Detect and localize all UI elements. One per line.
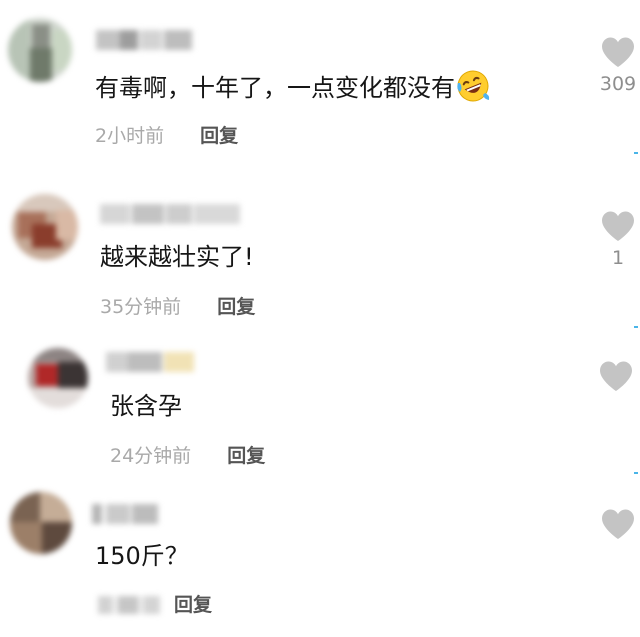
username[interactable] [106,352,194,372]
reply-button[interactable]: 回复 [174,593,212,617]
edge-indicator [634,326,638,328]
comment-meta: 2小时前 回复 [95,124,238,148]
reply-button[interactable]: 回复 [200,124,238,148]
like-button[interactable] [594,360,638,396]
like-count: 309 [599,73,637,95]
comment-text: 150斤？ [95,541,189,571]
comment-meta: 24分钟前 回复 [110,444,265,468]
comment-text: 张含孕 [110,391,182,421]
heart-icon[interactable] [600,36,636,68]
edge-indicator [634,472,638,474]
like-button[interactable]: 1 [596,210,640,270]
comment-text: 有毒啊，十年了，一点变化都没有 [95,69,490,103]
avatar[interactable] [10,492,72,554]
heart-icon[interactable] [600,508,636,540]
reply-button[interactable]: 回复 [227,444,265,468]
avatar[interactable] [12,194,78,260]
comment-timestamp: 24分钟前 [110,445,192,467]
comment-text-content: 有毒啊，十年了，一点变化都没有 [95,74,455,102]
comment-timestamp-blurred [98,596,160,614]
username[interactable] [96,30,192,50]
comment-list: 有毒啊，十年了，一点变化都没有 2小时前 回复 309 越来越壮实了! 35分钟… [0,0,640,637]
comment-timestamp: 2小时前 [95,125,165,147]
comment-meta: 35分钟前 回复 [100,295,255,319]
comment-item: 张含孕 24分钟前 回复 [0,336,640,486]
avatar[interactable] [28,348,88,408]
comment-text: 越来越壮实了! [100,242,254,272]
like-button[interactable] [596,508,640,544]
comment-item: 有毒啊，十年了，一点变化都没有 2小时前 回复 309 [0,0,640,170]
heart-icon[interactable] [600,210,636,242]
avatar[interactable] [8,18,72,82]
comment-text-content: 张含孕 [110,392,182,420]
like-count: 1 [611,247,625,269]
username[interactable] [100,204,240,224]
comment-text-content: 越来越壮实了! [100,243,254,271]
username[interactable] [92,504,158,524]
heart-icon[interactable] [598,360,634,392]
comment-text-content: 150斤？ [95,542,189,570]
comment-item: 越来越壮实了! 35分钟前 回复 1 [0,170,640,336]
comment-item: 150斤？ 回复 [0,486,640,637]
reply-button[interactable]: 回复 [217,295,255,319]
laughing-emoji-icon [457,70,490,102]
comment-timestamp: 35分钟前 [100,296,182,318]
like-button[interactable]: 309 [596,36,640,96]
comment-meta: 回复 [98,593,212,617]
edge-indicator [634,152,638,154]
